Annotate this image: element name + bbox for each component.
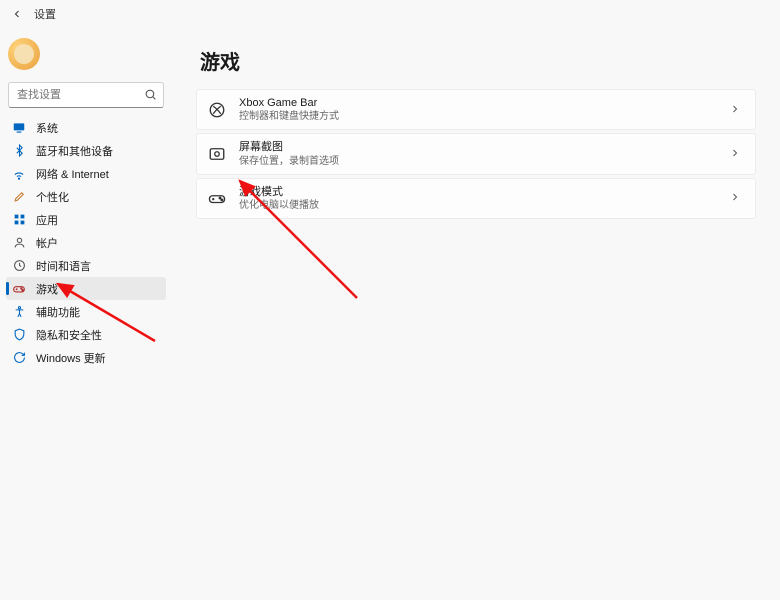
brush-icon [12,190,26,204]
bluetooth-icon [12,144,26,158]
back-button[interactable] [8,5,26,23]
sidebar-item-system[interactable]: 系统 [6,116,166,139]
sidebar-item-gaming[interactable]: 游戏 [6,277,166,300]
card-title: 游戏模式 [239,185,729,199]
sidebar-item-accessibility[interactable]: 辅助功能 [6,300,166,323]
sidebar-item-privacy[interactable]: 隐私和安全性 [6,323,166,346]
wifi-icon [12,167,26,181]
sidebar-item-accounts[interactable]: 帐户 [6,231,166,254]
sidebar-item-windows-update[interactable]: Windows 更新 [6,346,166,369]
card-title: 屏幕截图 [239,140,729,154]
page-title: 游戏 [200,46,756,75]
gamemode-icon [207,188,227,208]
search-box[interactable] [8,82,164,108]
sidebar-item-label: 时间和语言 [36,258,91,274]
chevron-right-icon [729,191,743,205]
avatar [8,38,40,70]
main-content: 游戏 Xbox Game Bar 控制器和键盘快捷方式 屏幕截图 保存位置，录制… [172,28,780,600]
card-subtitle: 优化电脑以便播放 [239,199,729,212]
grid-icon [12,213,26,227]
xbox-icon [207,100,227,120]
sidebar-item-label: 应用 [36,212,58,228]
person-icon [12,236,26,250]
sidebar-item-label: 网络 & Internet [36,166,109,182]
card-title: Xbox Game Bar [239,96,729,110]
titlebar-label: 设置 [34,6,56,22]
capture-icon [207,144,227,164]
search-input[interactable] [8,82,164,108]
sidebar-item-label: 辅助功能 [36,304,80,320]
card-subtitle: 保存位置，录制首选项 [239,155,729,168]
card-subtitle: 控制器和键盘快捷方式 [239,110,729,123]
sidebar-item-bluetooth[interactable]: 蓝牙和其他设备 [6,139,166,162]
chevron-right-icon [729,147,743,161]
sidebar-item-label: 游戏 [36,281,58,297]
sidebar-item-apps[interactable]: 应用 [6,208,166,231]
user-avatar-area[interactable] [6,32,166,76]
sidebar-item-label: 个性化 [36,189,69,205]
chevron-right-icon [729,103,743,117]
sidebar: 系统 蓝牙和其他设备 网络 & Internet 个性化 应用 [0,28,172,600]
sidebar-item-label: Windows 更新 [36,350,106,366]
sidebar-item-label: 帐户 [36,235,58,251]
sidebar-item-network[interactable]: 网络 & Internet [6,162,166,185]
monitor-icon [12,121,26,135]
arrow-left-icon [11,8,23,20]
sidebar-item-label: 隐私和安全性 [36,327,102,343]
titlebar: 设置 [0,0,780,28]
sidebar-item-label: 蓝牙和其他设备 [36,143,113,159]
card-game-mode[interactable]: 游戏模式 优化电脑以便播放 [196,178,756,219]
clock-icon [12,259,26,273]
update-icon [12,351,26,365]
sidebar-item-personalization[interactable]: 个性化 [6,185,166,208]
sidebar-item-label: 系统 [36,120,58,136]
gamepad-icon [12,282,26,296]
card-xbox-game-bar[interactable]: Xbox Game Bar 控制器和键盘快捷方式 [196,89,756,130]
sidebar-item-time-language[interactable]: 时间和语言 [6,254,166,277]
card-captures[interactable]: 屏幕截图 保存位置，录制首选项 [196,133,756,174]
shield-icon [12,328,26,342]
search-icon [144,88,158,102]
accessibility-icon [12,305,26,319]
